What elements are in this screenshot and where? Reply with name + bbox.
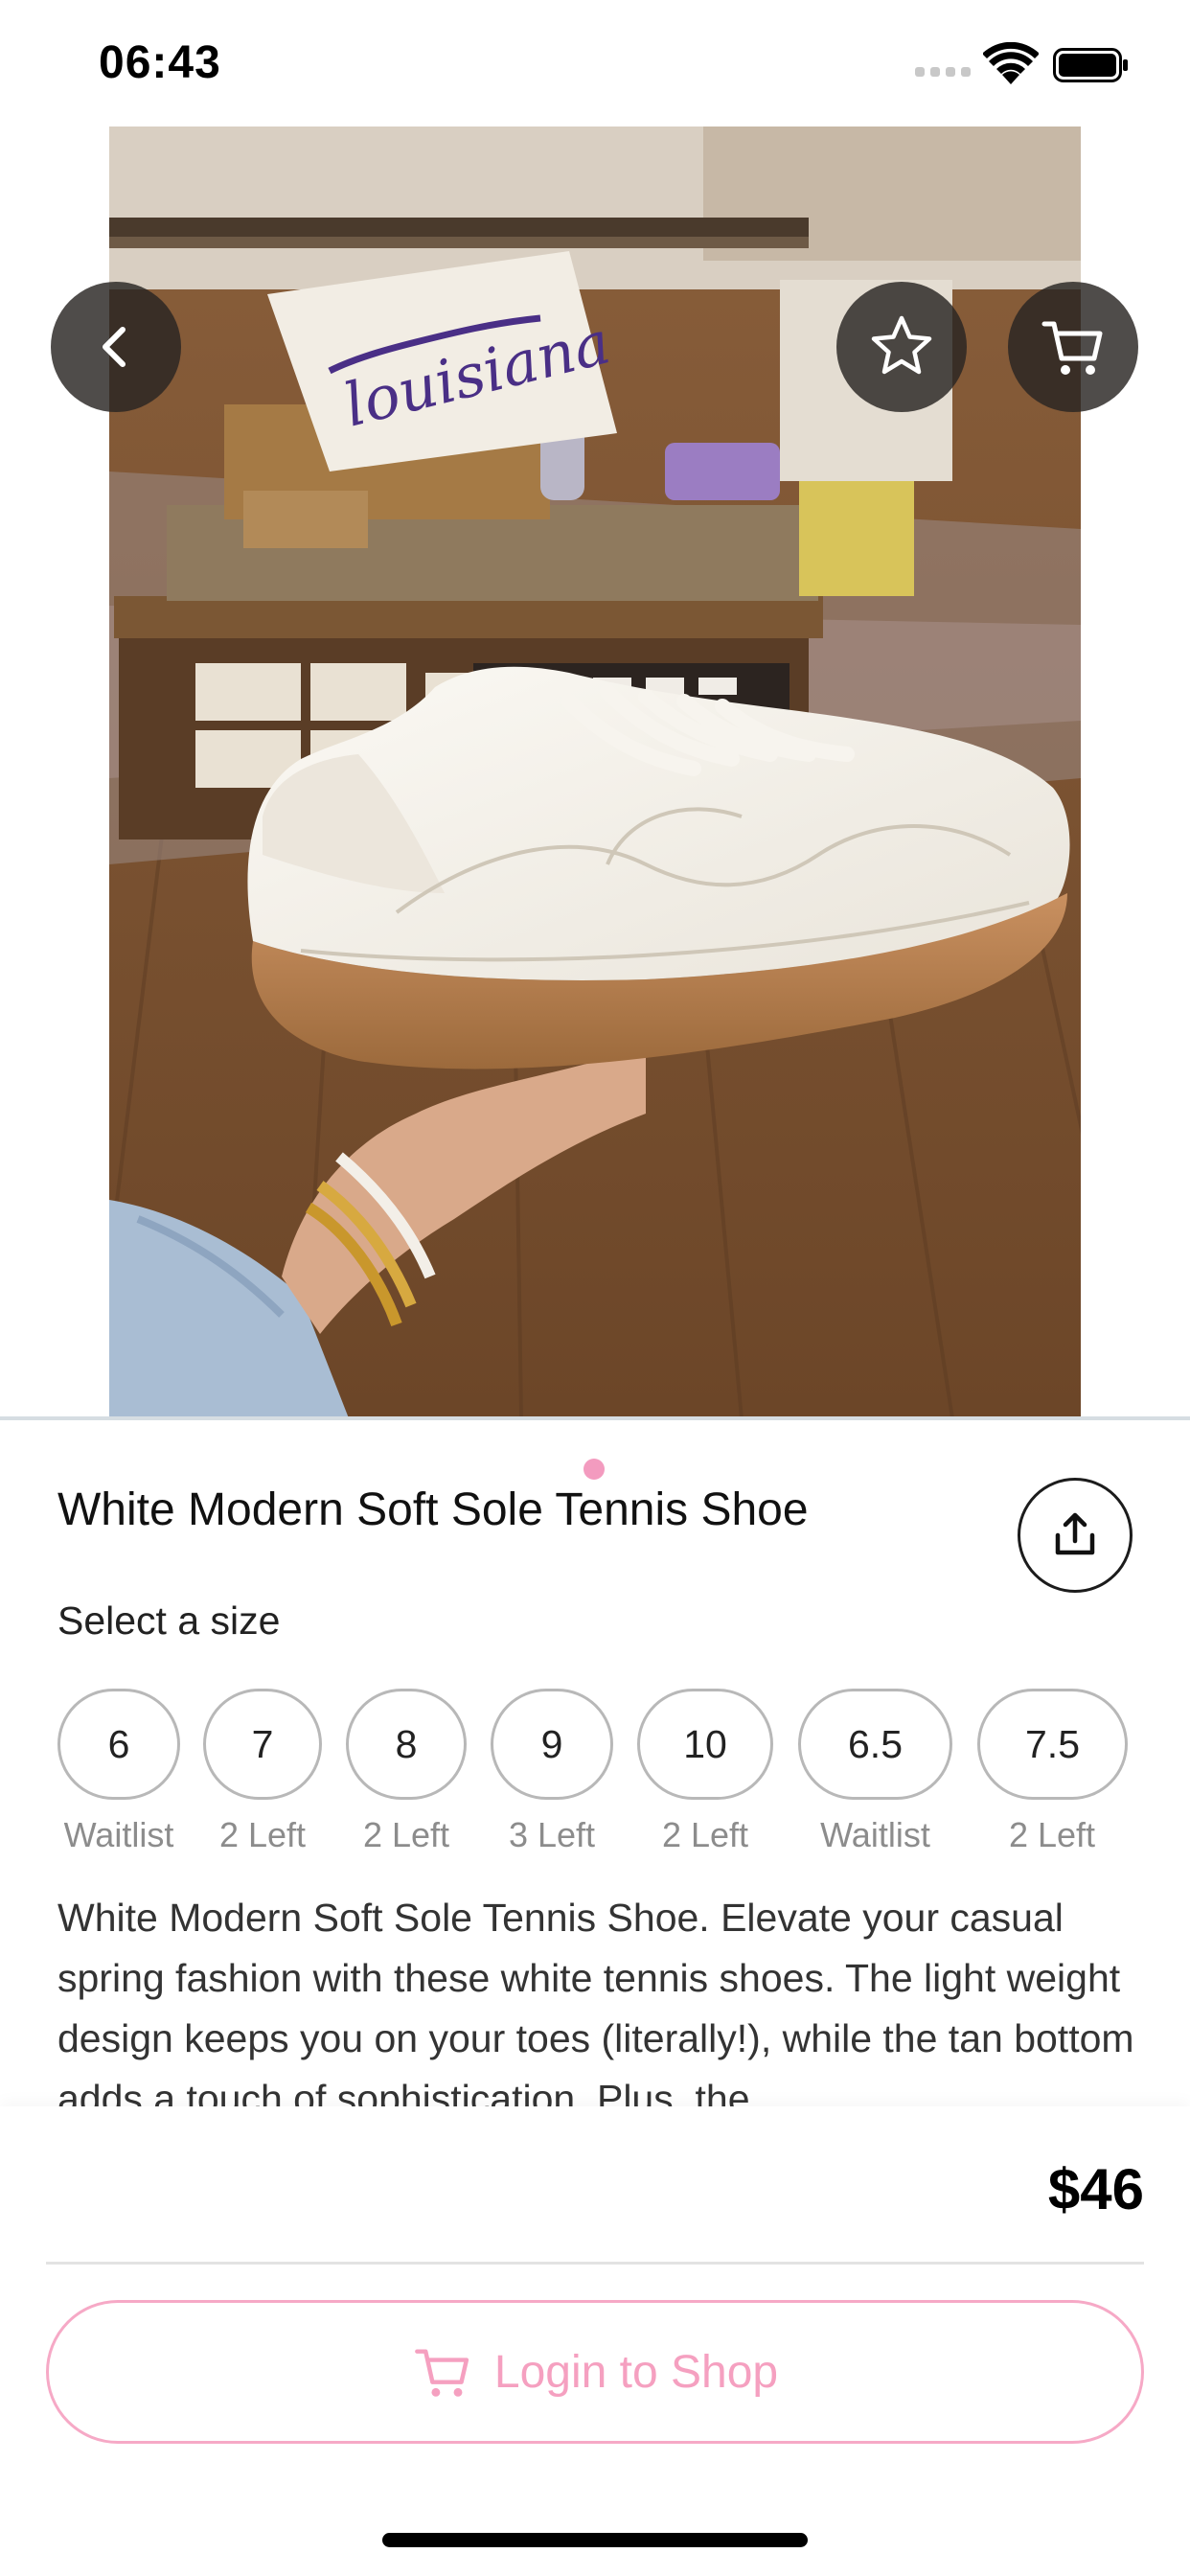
wifi-icon	[983, 42, 1039, 84]
size-availability: Waitlist	[63, 1815, 174, 1854]
size-option[interactable]: 8	[346, 1689, 467, 1800]
cart-button[interactable]	[1008, 282, 1138, 412]
battery-icon	[1053, 48, 1128, 82]
product-gallery[interactable]: louisiana	[0, 126, 1190, 1499]
size-availability: 2 Left	[362, 1815, 450, 1854]
size-heading: Select a size	[57, 1598, 281, 1643]
login-to-shop-button[interactable]: Login to Shop	[46, 2300, 1144, 2444]
back-button[interactable]	[51, 282, 181, 412]
favorite-button[interactable]	[836, 282, 967, 412]
size-option[interactable]: 9	[491, 1689, 613, 1800]
cart-icon	[1041, 321, 1103, 375]
product-title: White Modern Soft Sole Tennis Shoe	[57, 1484, 809, 1535]
status-bar: 06:43	[0, 0, 1190, 126]
size-option[interactable]: 6.5	[798, 1689, 952, 1800]
size-availability: 2 Left	[1008, 1815, 1096, 1854]
size-availability: Waitlist	[820, 1815, 930, 1854]
hero-divider	[0, 1416, 1190, 1420]
share-icon	[1055, 1512, 1095, 1555]
status-time: 06:43	[99, 37, 221, 88]
size-availability: 2 Left	[661, 1815, 749, 1854]
share-button[interactable]	[1018, 1478, 1133, 1593]
cart-icon	[414, 2349, 469, 2397]
signal-icon	[915, 67, 973, 80]
size-option[interactable]: 7.5	[977, 1689, 1128, 1800]
size-option[interactable]: 7	[203, 1689, 322, 1800]
star-icon	[871, 315, 932, 375]
purchase-divider	[46, 2262, 1144, 2265]
chevron-left-icon	[103, 327, 126, 367]
product-price: $46	[1047, 2157, 1144, 2221]
size-option[interactable]: 6	[57, 1689, 180, 1800]
size-availability: 3 Left	[508, 1815, 596, 1854]
size-availability: 2 Left	[218, 1815, 307, 1854]
size-option[interactable]: 10	[637, 1689, 773, 1800]
page-dot-active	[584, 1459, 605, 1480]
home-indicator[interactable]	[382, 2533, 808, 2547]
login-to-shop-label: Login to Shop	[493, 2346, 779, 2398]
product-description: White Modern Soft Sole Tennis Shoe. Elev…	[57, 1896, 1134, 2108]
